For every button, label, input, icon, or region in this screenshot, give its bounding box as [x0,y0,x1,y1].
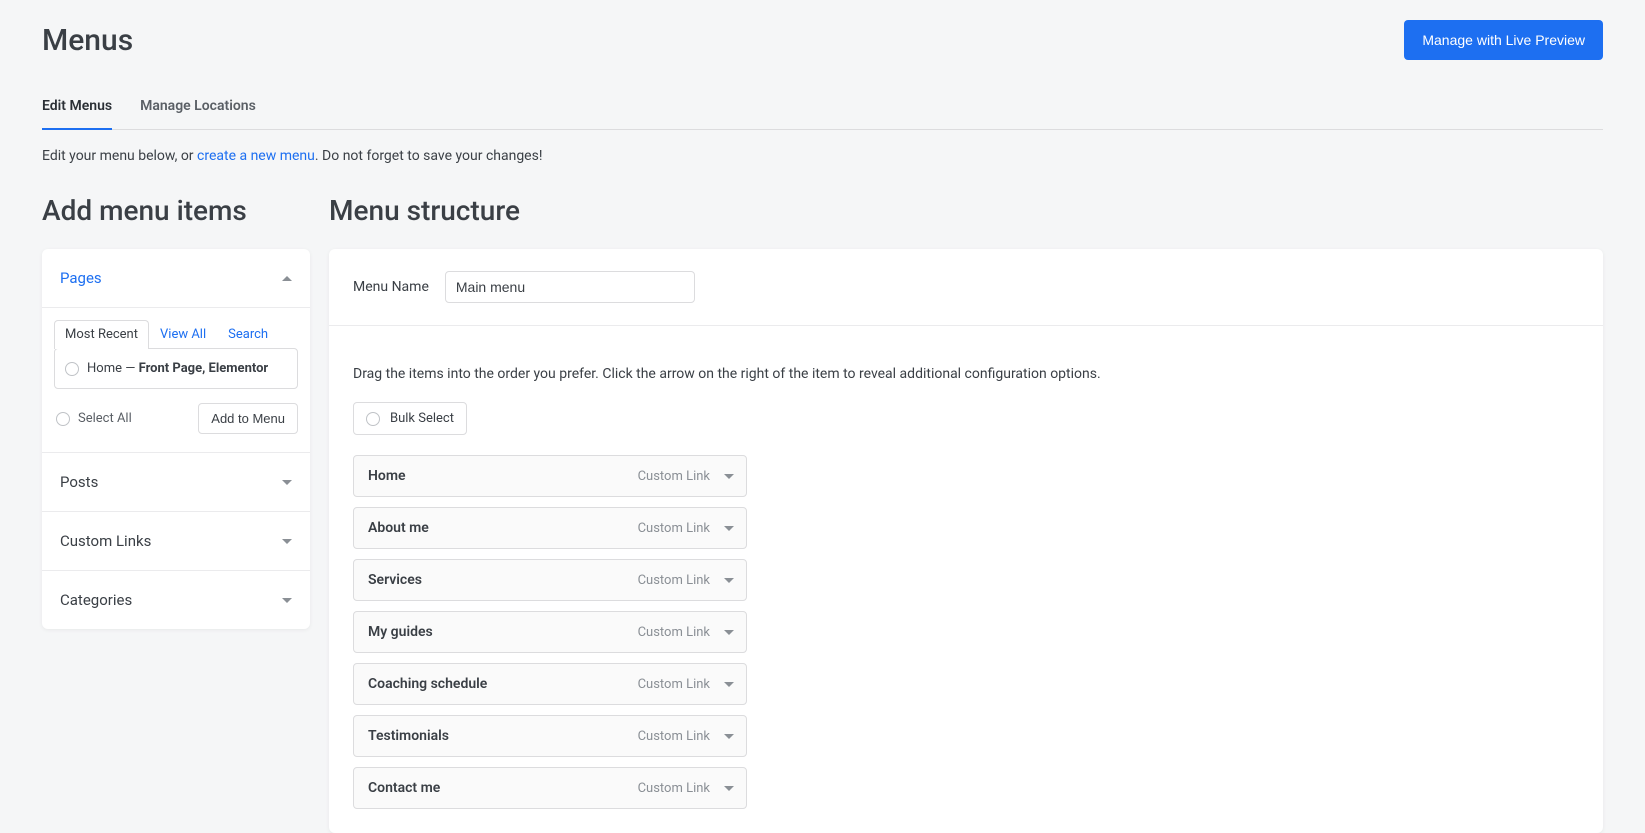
menu-item-meta: Custom Link [638,573,734,588]
menu-item[interactable]: Services Custom Link [353,559,747,601]
menu-item[interactable]: About me Custom Link [353,507,747,549]
menu-item-type: Custom Link [638,469,710,484]
page-item-row-home[interactable]: Home — Front Page, Elementor [65,361,287,376]
menu-item-type: Custom Link [638,521,710,536]
add-to-menu-button[interactable]: Add to Menu [198,403,298,434]
accordion-custom-links-label: Custom Links [60,532,151,550]
manage-live-preview-button[interactable]: Manage with Live Preview [1404,20,1603,60]
inner-tab-view-all[interactable]: View All [149,320,217,348]
add-menu-items-title: Add menu items [42,194,310,227]
menu-item-type: Custom Link [638,729,710,744]
hint-prefix: Edit your menu below, or [42,148,197,164]
checkbox-icon[interactable] [366,412,380,426]
menu-items-list: HomeCustom LinkAbout meCustom LinkServic… [353,455,747,809]
chevron-down-icon[interactable] [724,578,734,583]
menu-item-label: My guides [368,624,433,640]
menu-item[interactable]: Coaching schedule Custom Link [353,663,747,705]
menu-name-label: Menu Name [353,279,429,295]
edit-hint: Edit your menu below, or create a new me… [42,148,1603,164]
menu-item-label: Coaching schedule [368,676,487,692]
menu-item-type: Custom Link [638,573,710,588]
chevron-down-icon[interactable] [724,682,734,687]
bulk-select-label: Bulk Select [390,411,454,426]
accordion-categories-label: Categories [60,591,132,609]
page-item-box: Home — Front Page, Elementor [54,348,298,389]
menu-item[interactable]: Home Custom Link [353,455,747,497]
accordion-custom-links-header[interactable]: Custom Links [42,511,310,570]
structure-hint: Drag the items into the order you prefer… [353,366,1579,382]
menu-item-label: Home [368,468,406,484]
chevron-down-icon [282,539,292,544]
menu-item-meta: Custom Link [638,677,734,692]
bulk-select-button[interactable]: Bulk Select [353,402,467,435]
accordion-pages-body: Most Recent View All Search Home — Front… [42,307,310,452]
menu-name-input[interactable] [445,271,695,303]
menu-item-meta: Custom Link [638,625,734,640]
menu-item[interactable]: Contact me Custom Link [353,767,747,809]
menu-item-label: Contact me [368,780,440,796]
page-item-label: Home — Front Page, Elementor [87,361,268,376]
menu-item-meta: Custom Link [638,729,734,744]
tabs: Edit Menus Manage Locations [42,90,1603,130]
menu-item-label: About me [368,520,429,536]
chevron-down-icon[interactable] [724,526,734,531]
menu-item-type: Custom Link [638,677,710,692]
menu-item[interactable]: Testimonials Custom Link [353,715,747,757]
create-new-menu-link[interactable]: create a new menu [197,148,315,164]
hint-suffix: . Do not forget to save your changes! [315,148,543,164]
select-all-label: Select All [78,411,132,426]
add-items-accordion: Pages Most Recent View All Search Home —… [42,249,310,629]
page-item-prefix: Home — [87,361,139,376]
menu-structure-card: Menu Name Drag the items into the order … [329,249,1603,833]
select-all-toggle[interactable]: Select All [54,411,132,426]
menu-item-label: Testimonials [368,728,449,744]
page-title: Menus [42,23,133,58]
chevron-down-icon[interactable] [724,734,734,739]
accordion-pages-label: Pages [60,269,102,287]
chevron-down-icon[interactable] [724,630,734,635]
tab-manage-locations[interactable]: Manage Locations [140,90,256,130]
tab-edit-menus[interactable]: Edit Menus [42,90,112,130]
chevron-up-icon [282,276,292,281]
menu-item-meta: Custom Link [638,781,734,796]
menu-item-meta: Custom Link [638,469,734,484]
menu-item-meta: Custom Link [638,521,734,536]
checkbox-icon[interactable] [65,362,79,376]
menu-item-type: Custom Link [638,625,710,640]
pages-inner-tabs: Most Recent View All Search [54,320,298,348]
chevron-down-icon[interactable] [724,786,734,791]
inner-tab-search[interactable]: Search [217,320,279,348]
accordion-categories-header[interactable]: Categories [42,570,310,629]
menu-item-label: Services [368,572,422,588]
chevron-down-icon[interactable] [724,474,734,479]
accordion-posts-label: Posts [60,473,98,491]
checkbox-icon[interactable] [56,412,70,426]
accordion-pages-header[interactable]: Pages [42,249,310,307]
menu-structure-title: Menu structure [329,194,1603,227]
menu-item[interactable]: My guides Custom Link [353,611,747,653]
inner-tab-most-recent[interactable]: Most Recent [54,320,149,349]
page-item-suffix: Front Page, Elementor [139,361,269,376]
chevron-down-icon [282,480,292,485]
menu-item-type: Custom Link [638,781,710,796]
chevron-down-icon [282,598,292,603]
accordion-posts-header[interactable]: Posts [42,452,310,511]
